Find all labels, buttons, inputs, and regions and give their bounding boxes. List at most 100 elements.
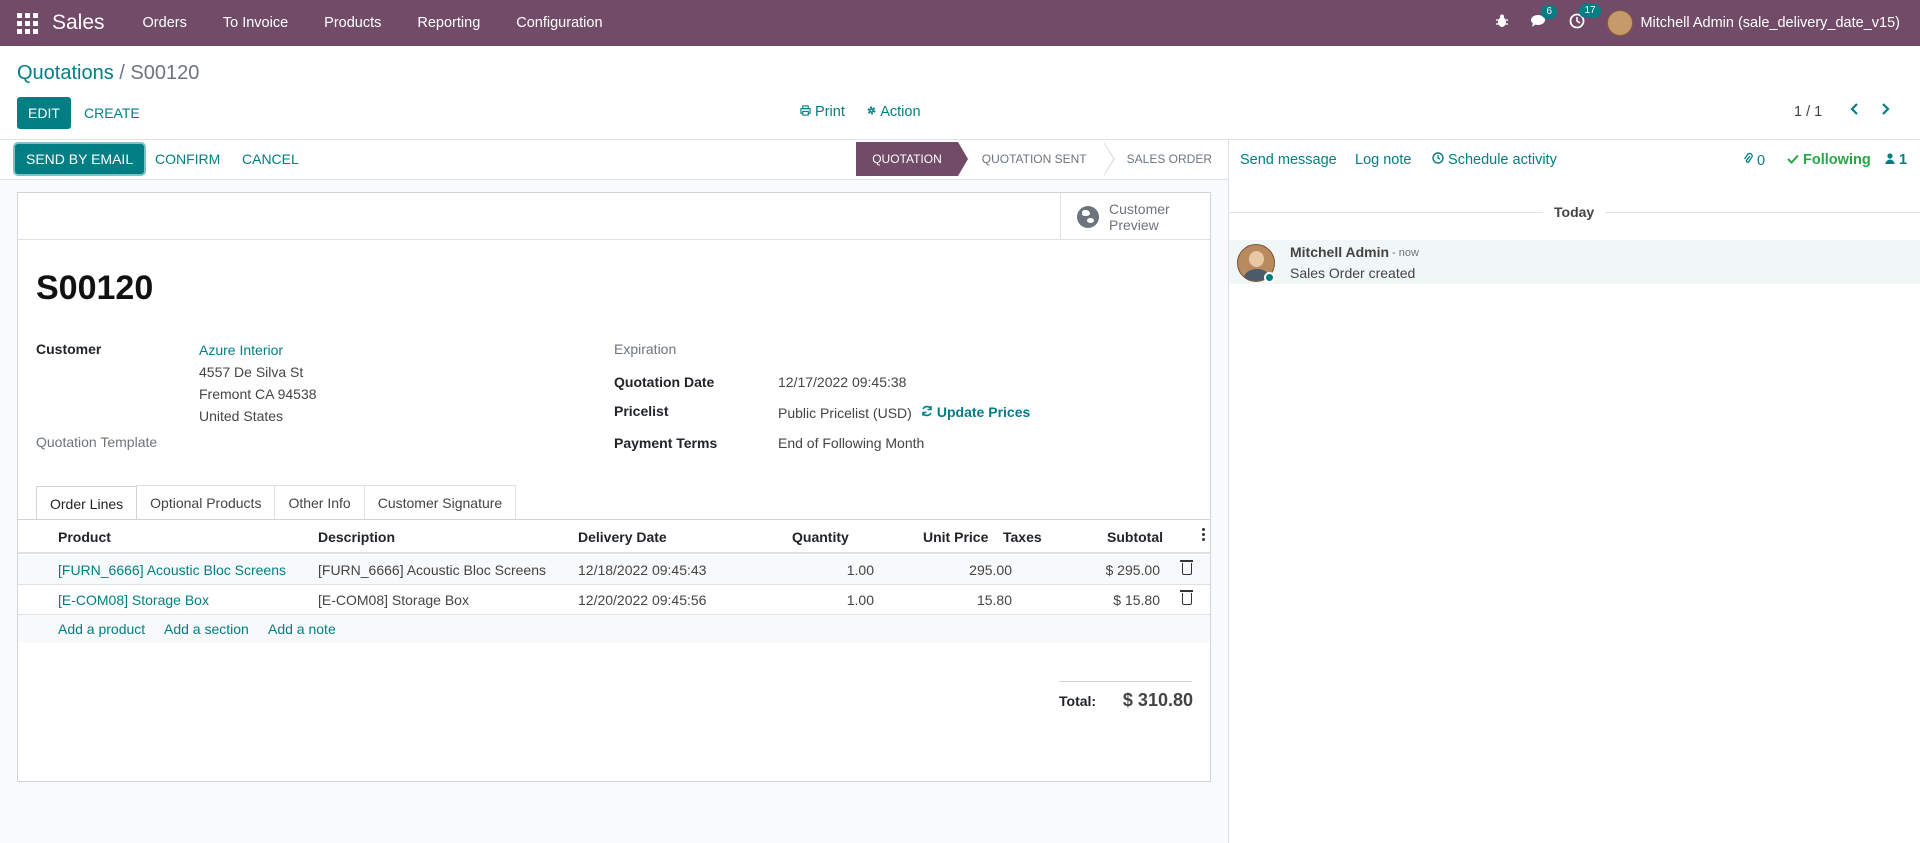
pager-previous-icon[interactable] [1849, 102, 1859, 121]
pager-value[interactable]: 1 / 1 [1794, 104, 1822, 120]
customer-preview-label: Customer Preview [1109, 200, 1170, 233]
payment-terms-value[interactable]: End of Following Month [778, 435, 924, 451]
navbar-systray: 6 17 Mitchell Admin (sale_delivery_date_… [1495, 0, 1920, 46]
menu-products[interactable]: Products [306, 15, 399, 31]
add-product-link[interactable]: Add a product [58, 621, 145, 637]
activities-badge: 17 [1579, 4, 1601, 18]
customer-preview-button[interactable]: Customer Preview [1060, 193, 1210, 240]
total-label: Total: [1059, 693, 1097, 709]
breadcrumb-quotations[interactable]: Quotations [17, 62, 114, 84]
row-delivery-date: 12/18/2022 09:45:43 [578, 562, 707, 578]
edit-button[interactable]: EDIT [17, 97, 71, 129]
today-divider-left [1229, 212, 1543, 213]
bug-icon[interactable] [1495, 14, 1509, 32]
following-label: Following [1803, 152, 1871, 168]
row-unit-price: 295.00 [969, 562, 1012, 578]
add-section-link[interactable]: Add a section [164, 621, 249, 637]
breadcrumb: Quotations / S00120 [17, 62, 199, 85]
stage-sales-order[interactable]: SALES ORDER [1102, 142, 1228, 176]
menu-configuration[interactable]: Configuration [498, 15, 620, 31]
control-panel: Quotations / S00120 EDIT CREATE Print Ac… [0, 46, 1920, 140]
menu-to-invoice[interactable]: To Invoice [205, 15, 306, 31]
user-menu[interactable]: Mitchell Admin (sale_delivery_date_v15) [1640, 15, 1900, 31]
trash-icon[interactable] [1180, 560, 1193, 575]
trash-icon[interactable] [1180, 590, 1193, 605]
form-tabs: Order Lines Optional Products Other Info… [36, 485, 517, 520]
menu-reporting[interactable]: Reporting [399, 15, 498, 31]
chatter-topbar: Send message Log note Schedule activity … [1229, 140, 1920, 180]
menu-orders[interactable]: Orders [125, 15, 205, 31]
attachments-button[interactable]: 0 [1743, 152, 1765, 169]
followers-count: 1 [1899, 152, 1908, 168]
col-taxes[interactable]: Taxes [1003, 529, 1042, 545]
message-body: Sales Order created [1290, 265, 1416, 281]
create-button[interactable]: CREATE [73, 97, 151, 129]
order-lines-header: Product Description Delivery Date Quanti… [18, 520, 1210, 554]
send-by-email-button[interactable]: SEND BY EMAIL [15, 144, 145, 174]
action-label: Action [880, 104, 921, 120]
chatter-message: Mitchell Admin - now Sales Order created [1229, 240, 1920, 284]
stage-quotation-sent[interactable]: QUOTATION SENT [957, 142, 1115, 176]
table-row[interactable]: [E-COM08] Storage Box [E-COM08] Storage … [18, 585, 1210, 615]
col-quantity[interactable]: Quantity [792, 529, 849, 545]
button-box: Customer Preview [18, 193, 1210, 240]
send-message-button[interactable]: Send message [1240, 152, 1337, 168]
col-product[interactable]: Product [58, 529, 111, 545]
message-time: - now [1392, 247, 1419, 259]
breadcrumb-current: S00120 [130, 62, 200, 84]
pricelist-value[interactable]: Public Pricelist (USD) [778, 405, 912, 421]
customer-link[interactable]: Azure Interior [199, 342, 283, 358]
col-unit-price[interactable]: Unit Price [923, 529, 988, 545]
quotation-date-label: Quotation Date [614, 374, 715, 390]
attachments-count: 0 [1757, 153, 1766, 169]
action-button[interactable]: Action [866, 104, 921, 120]
print-button[interactable]: Print [800, 104, 845, 120]
following-button[interactable]: Following [1787, 152, 1871, 168]
customer-label: Customer [36, 341, 102, 357]
col-subtotal[interactable]: Subtotal [1107, 529, 1163, 545]
expiration-label: Expiration [614, 341, 677, 357]
confirm-button[interactable]: CONFIRM [144, 144, 231, 174]
schedule-activity-button[interactable]: Schedule activity [1432, 152, 1557, 168]
row-quantity: 1.00 [846, 592, 874, 608]
user-avatar[interactable] [1607, 10, 1634, 36]
app-brand[interactable]: Sales [52, 11, 105, 35]
schedule-activity-label: Schedule activity [1448, 152, 1557, 168]
refresh-icon [921, 404, 937, 420]
pager-next-icon[interactable] [1881, 102, 1891, 121]
row-subtotal: $ 15.80 [1113, 592, 1160, 608]
quotation-date-value[interactable]: 12/17/2022 09:45:38 [778, 374, 906, 390]
top-navbar: Sales Orders To Invoice Products Reporti… [0, 0, 1920, 46]
apps-menu-icon[interactable] [16, 12, 38, 34]
followers-button[interactable]: 1 [1885, 152, 1907, 168]
user-icon [1885, 152, 1899, 168]
stage-quotation[interactable]: QUOTATION [856, 142, 968, 176]
tab-other-info[interactable]: Other Info [274, 485, 365, 519]
tab-order-lines[interactable]: Order Lines [36, 486, 138, 520]
tab-optional-products[interactable]: Optional Products [136, 485, 276, 519]
row-product[interactable]: [E-COM08] Storage Box [58, 592, 209, 608]
payment-terms-label: Payment Terms [614, 435, 718, 451]
breadcrumb-separator: / [119, 62, 125, 84]
log-note-button[interactable]: Log note [1355, 152, 1411, 168]
col-delivery-date[interactable]: Delivery Date [578, 529, 667, 545]
activities-icon[interactable]: 17 [1569, 4, 1601, 33]
add-note-link[interactable]: Add a note [268, 621, 336, 637]
row-product[interactable]: [FURN_6666] Acoustic Bloc Screens [58, 562, 286, 578]
add-line-controls: Add a product Add a section Add a note [18, 615, 1210, 643]
table-row[interactable]: [FURN_6666] Acoustic Bloc Screens [FURN_… [18, 555, 1210, 585]
cancel-button[interactable]: CANCEL [231, 144, 310, 174]
optional-columns-icon[interactable] [1202, 528, 1205, 542]
customer-address-line3: United States [199, 408, 284, 424]
gear-icon [866, 104, 880, 120]
chatter: Send message Log note Schedule activity … [1229, 140, 1920, 843]
print-icon [800, 104, 815, 120]
total-value: $ 310.80 [1122, 690, 1193, 710]
update-prices-button[interactable]: Update Prices [921, 404, 1030, 420]
messages-icon[interactable]: 6 [1531, 5, 1558, 32]
form-sheet: Customer Preview S00120 Customer Azure I… [17, 192, 1211, 782]
row-delivery-date: 12/20/2022 09:45:56 [578, 592, 707, 608]
tab-customer-signature[interactable]: Customer Signature [363, 485, 517, 519]
col-description[interactable]: Description [318, 529, 395, 545]
message-author[interactable]: Mitchell Admin [1290, 244, 1389, 260]
